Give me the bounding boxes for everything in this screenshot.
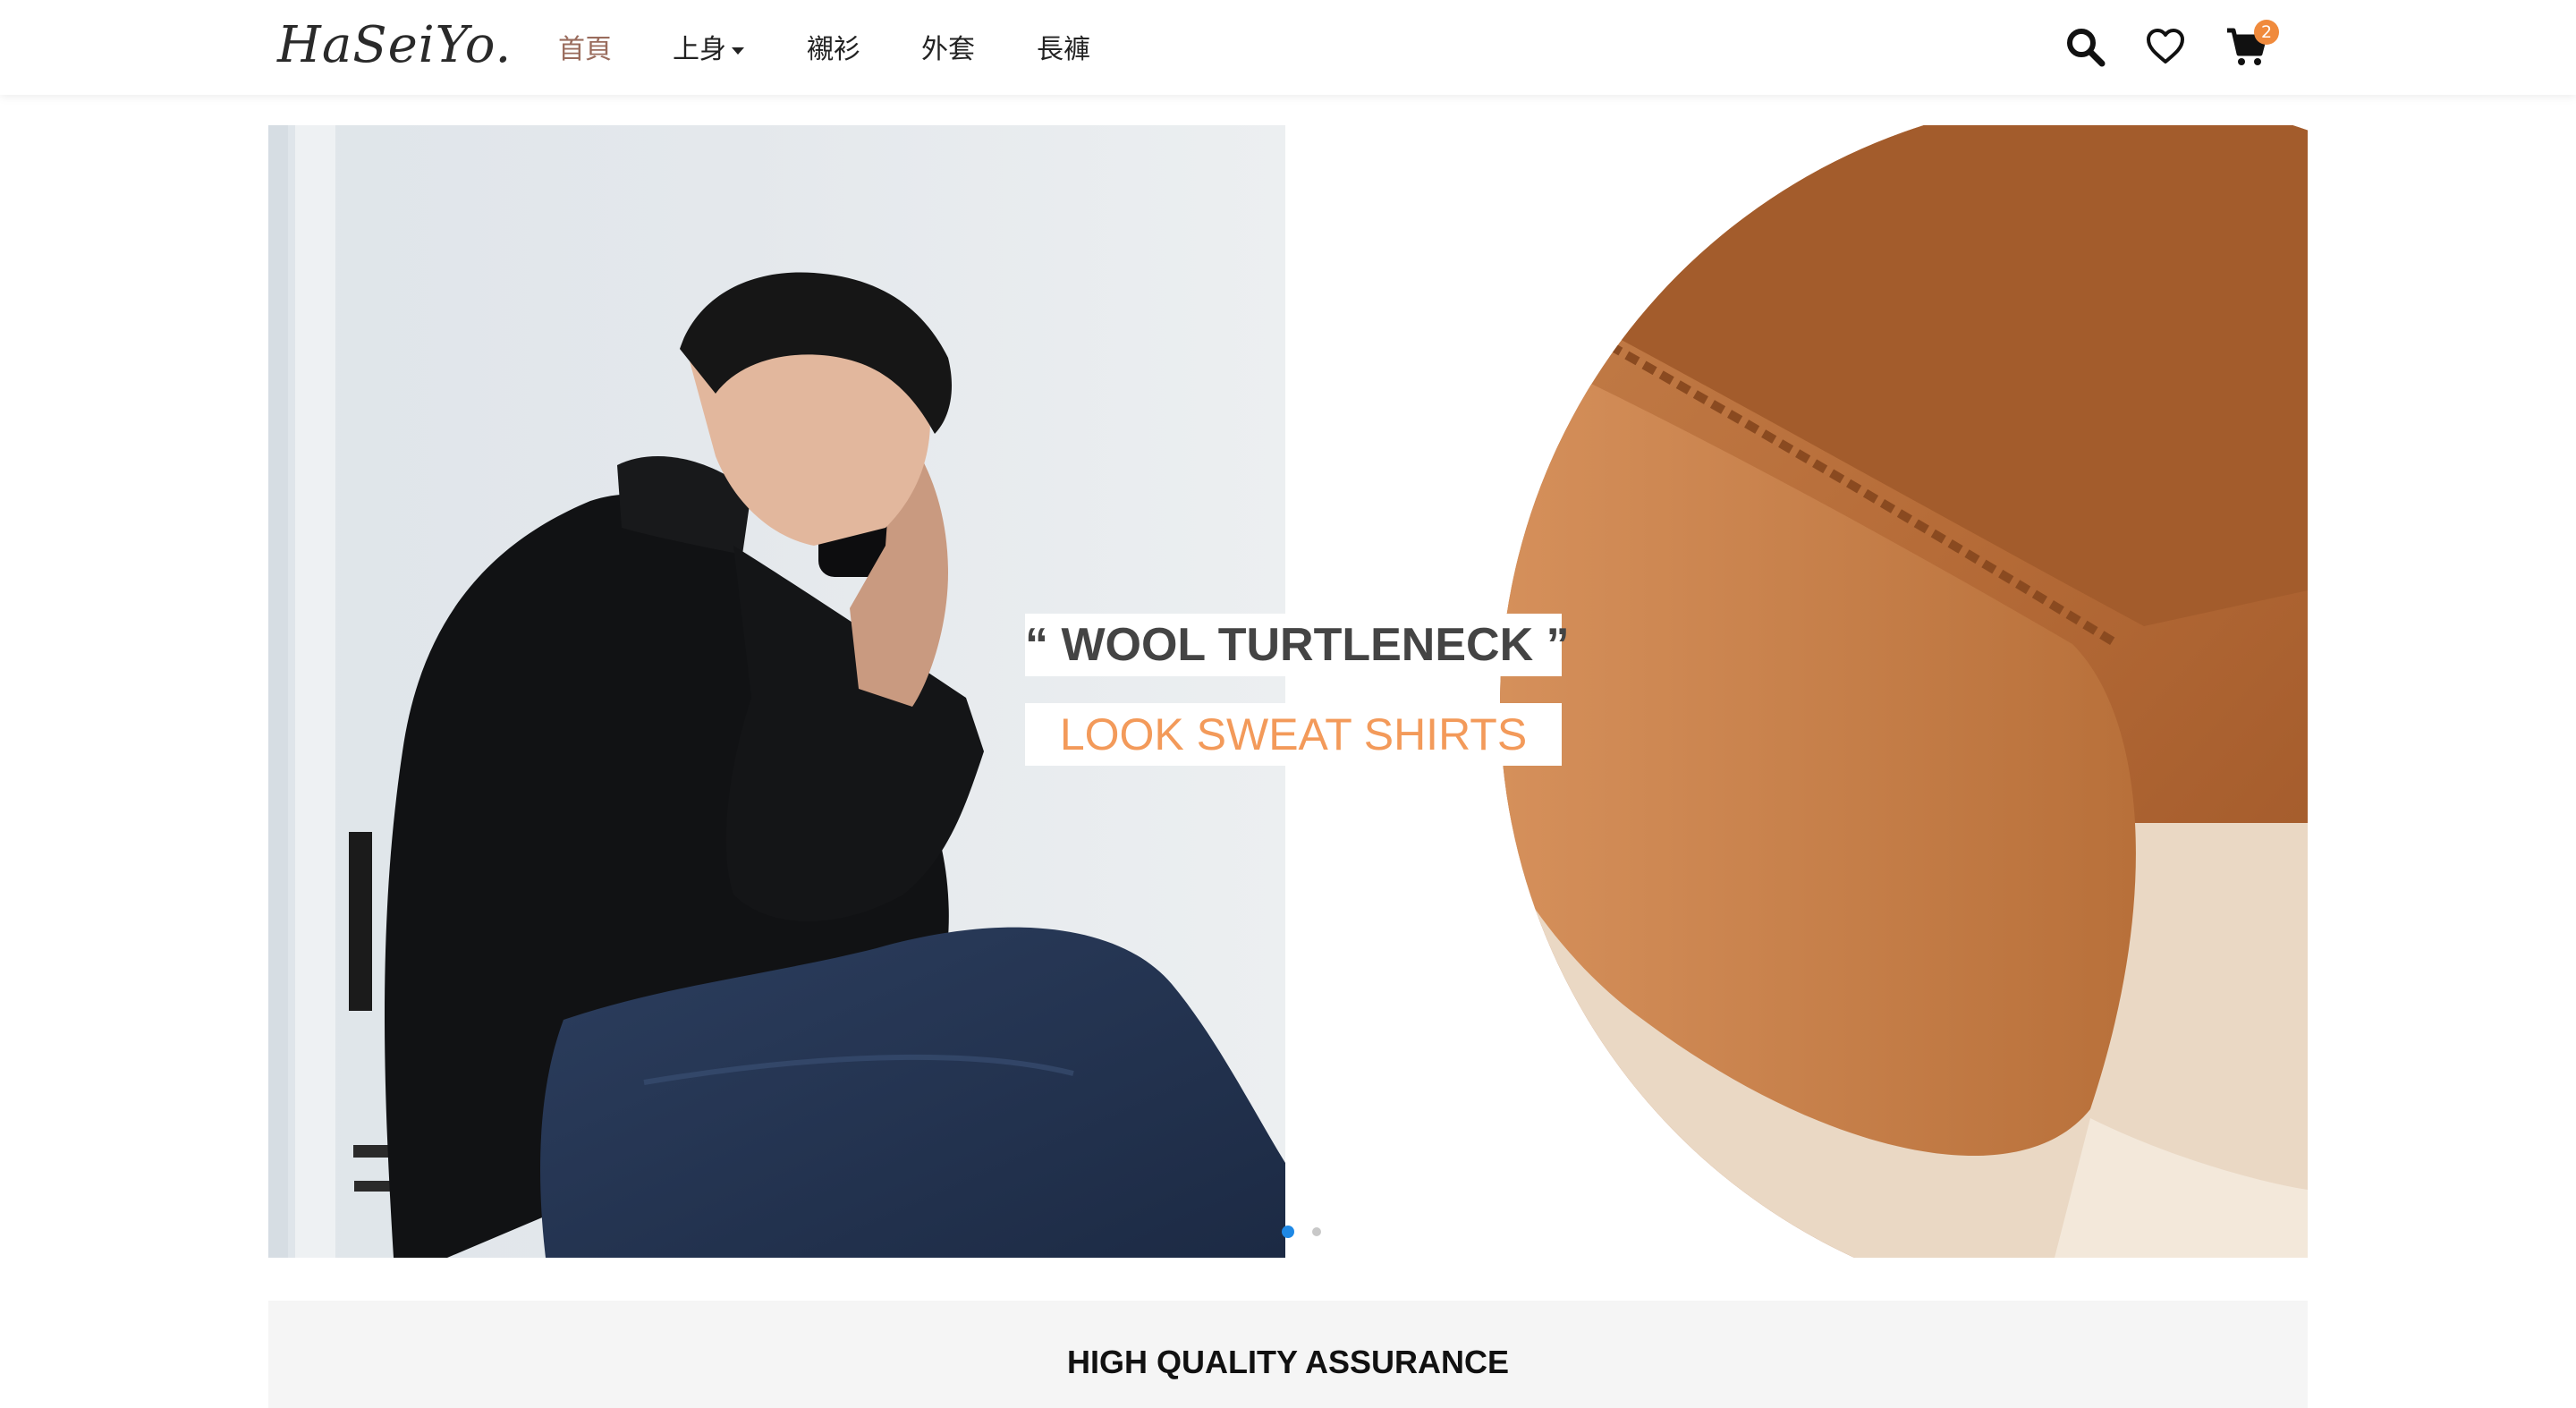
nav-item-jackets[interactable]: 外套 [921, 27, 975, 66]
site-header: HaSeiYo. 首頁 上身 襯衫 外套 長褲 2 [0, 0, 2576, 95]
assurance-title: HIGH QUALITY ASSURANCE [1066, 1344, 1510, 1380]
wishlist-button[interactable] [2144, 25, 2187, 68]
search-icon [2067, 29, 2106, 67]
nav-item-home[interactable]: 首頁 [558, 27, 612, 66]
chevron-down-icon [732, 47, 744, 55]
brand-logo[interactable]: HaSeiYo. [277, 16, 512, 74]
carousel-dot-1[interactable] [1282, 1226, 1294, 1238]
nav-item-pants[interactable]: 長褲 [1037, 27, 1090, 66]
cart-count-badge: 2 [2254, 20, 2279, 45]
hero-caption-title: “ WOOL TURTLENECK ” [1025, 614, 1570, 676]
nav-item-tops[interactable]: 上身 [673, 27, 744, 66]
assurance-section: HIGH QUALITY ASSURANCE [268, 1301, 2308, 1408]
carousel-dot-2[interactable] [1312, 1227, 1321, 1236]
nav-item-tops-label: 上身 [673, 34, 726, 65]
hero-carousel[interactable]: “ WOOL TURTLENECK ” LOOK SWEAT SHIRTS [268, 125, 2308, 1258]
heart-icon [2147, 29, 2184, 64]
hero-model-photo [268, 125, 1285, 1258]
nav-item-shirts[interactable]: 襯衫 [807, 27, 860, 66]
hero-fabric-closeup [1285, 125, 2308, 1258]
search-button[interactable] [2063, 25, 2106, 68]
hero-caption-subtitle: LOOK SWEAT SHIRTS [1025, 703, 1562, 766]
